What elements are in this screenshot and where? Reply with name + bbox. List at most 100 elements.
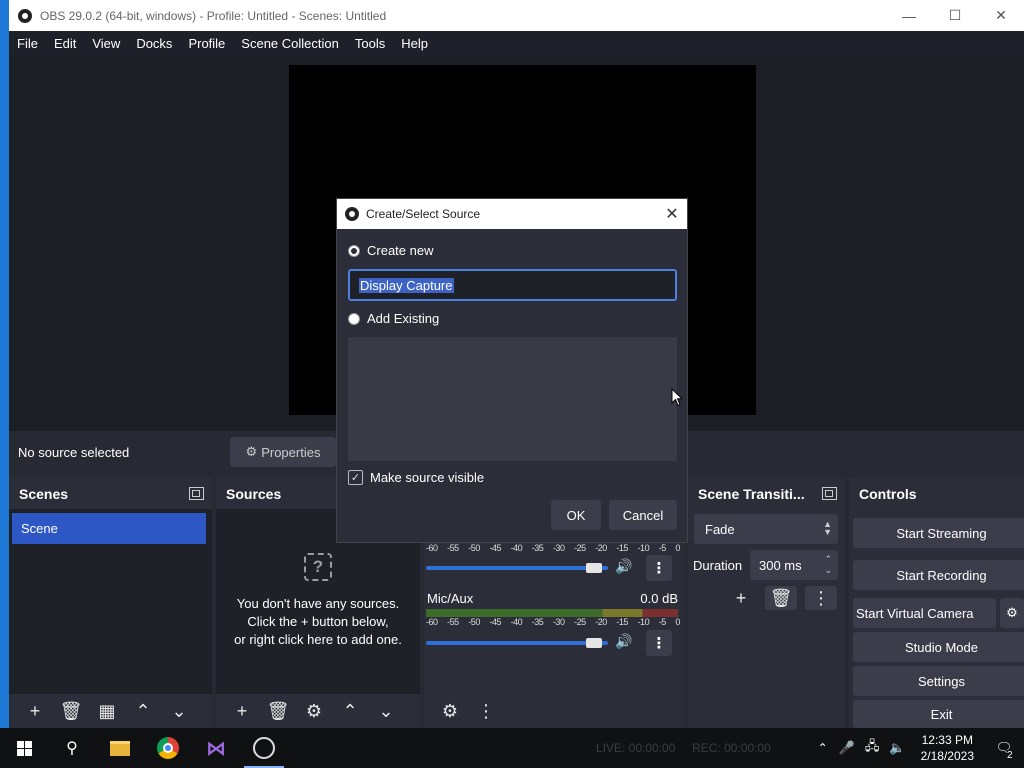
trash-icon[interactable]: 🗑 — [262, 699, 294, 723]
create-new-radio[interactable] — [348, 244, 360, 257]
system-tray: ⌃ 🎤 🖧 🔈 12:33 PM 2/18/2023 🗨 2 — [812, 728, 1024, 768]
add-existing-radio-row[interactable]: Add Existing — [348, 311, 439, 326]
audio-mixer: -60 -55 -50 -45 -40 -35 -30 -25 -20 -15 -10 -5 0 🔊 ⋮… — [426, 540, 680, 730]
add-icon[interactable]: + — [226, 699, 258, 723]
close-icon[interactable]: ✕ — [978, 0, 1024, 31]
menu-file[interactable]: File — [9, 36, 46, 51]
clock-time: 12:33 PM — [921, 733, 973, 747]
add-existing-radio[interactable] — [348, 312, 360, 325]
trash-icon[interactable]: 🗑 — [765, 586, 797, 610]
start-virtual-camera-button[interactable]: Start Virtual Camera — [853, 598, 996, 628]
question-icon: ? — [304, 553, 332, 581]
settings-button[interactable]: Settings — [853, 666, 1024, 696]
move-down-icon[interactable]: ⌄ — [163, 699, 195, 723]
add-icon[interactable]: + — [19, 699, 51, 723]
cancel-button[interactable]: Cancel — [609, 500, 677, 530]
windows-start-icon[interactable] — [0, 728, 48, 768]
menu-edit[interactable]: Edit — [46, 36, 84, 51]
trash-icon[interactable]: 🗑 — [55, 699, 87, 723]
clock-date: 2/18/2023 — [920, 749, 974, 763]
obs-logo-icon — [345, 207, 359, 221]
scenes-list[interactable]: Scene — [9, 509, 212, 694]
filter-icon[interactable]: ▦ — [91, 699, 123, 723]
window-titlebar: OBS 29.0.2 (64-bit, windows) - Profile: … — [9, 0, 1024, 31]
kebab-menu-icon[interactable]: ⋮ — [805, 586, 837, 610]
transition-select[interactable]: Fade ▲ ▼ — [694, 514, 838, 544]
taskbar: ⚲ ⋈ ⌃ 🎤 🖧 🔈 12:33 PM 2/18/2023 🗨 2 — [0, 728, 1024, 768]
duration-input[interactable]: 300 ms ⌃ ⌄ — [750, 550, 838, 580]
kebab-menu-icon[interactable]: ⋮ — [646, 555, 672, 581]
dialog-titlebar: Create/Select Source ✕ — [337, 199, 687, 229]
rec-status: REC: 00:00:00 — [692, 741, 771, 755]
window-title: OBS 29.0.2 (64-bit, windows) - Profile: … — [40, 8, 387, 23]
minimize-icon[interactable]: — — [886, 0, 932, 31]
notification-icon[interactable]: 🗨 2 — [984, 740, 1024, 761]
menu-tools[interactable]: Tools — [347, 36, 393, 51]
virtual-camera-gear-icon[interactable]: ⚙ — [1000, 598, 1024, 628]
channel-level: 0.0 dB — [640, 591, 678, 606]
add-icon[interactable]: + — [725, 586, 757, 610]
add-existing-label: Add Existing — [367, 311, 440, 326]
volume-slider-1-knob[interactable] — [586, 563, 602, 573]
make-visible-checkbox[interactable]: ✓ — [348, 470, 363, 485]
start-streaming-button[interactable]: Start Streaming — [853, 518, 1024, 548]
menu-docks[interactable]: Docks — [128, 36, 180, 51]
controls-header: Controls — [849, 478, 1024, 509]
close-icon[interactable]: ✕ — [657, 204, 687, 224]
volume-icon[interactable]: 🔈 — [884, 740, 910, 756]
clock[interactable]: 12:33 PM 2/18/2023 — [911, 732, 984, 764]
scene-list-item[interactable]: Scene — [12, 513, 206, 544]
channel-name: Mic/Aux — [427, 591, 474, 606]
properties-button[interactable]: ⚙ Properties — [230, 437, 336, 467]
create-source-dialog: Create/Select Source ✕ Create new Displa… — [336, 198, 688, 543]
exit-button[interactable]: Exit — [853, 700, 1024, 728]
vu-meter — [426, 609, 678, 617]
volume-slider-2-knob[interactable] — [586, 638, 602, 648]
gear-icon: ⚙ — [245, 444, 258, 459]
dock-float-icon[interactable] — [822, 487, 837, 500]
menu-help[interactable]: Help — [393, 36, 436, 51]
dock-float-icon[interactable] — [189, 487, 204, 500]
source-name-value: Display Capture — [359, 277, 454, 293]
volume-slider-2[interactable] — [426, 641, 608, 645]
sources-empty-message: ? You don't have any sources. Click the … — [216, 549, 420, 649]
create-new-label: Create new — [367, 243, 434, 258]
network-icon[interactable]: 🖧 — [860, 737, 885, 759]
gear-icon[interactable]: ⚙ — [298, 699, 330, 723]
existing-sources-list[interactable] — [348, 337, 677, 461]
menu-scene-collection[interactable]: Scene Collection — [233, 36, 347, 51]
kebab-menu-icon[interactable]: ⋮ — [646, 630, 672, 656]
ok-button[interactable]: OK — [551, 500, 601, 530]
speaker-icon[interactable]: 🔊 — [615, 633, 632, 650]
microphone-icon[interactable]: 🎤 — [834, 740, 860, 756]
visual-studio-icon[interactable]: ⋈ — [192, 728, 240, 768]
mouse-cursor-icon — [671, 388, 683, 407]
source-name-input[interactable]: Display Capture — [348, 269, 677, 301]
studio-mode-button[interactable]: Studio Mode — [853, 632, 1024, 662]
desktop-edge — [0, 0, 9, 728]
tray-chevron-icon[interactable]: ⌃ — [812, 741, 834, 755]
volume-slider-1[interactable] — [426, 566, 608, 570]
move-up-icon[interactable]: ⌃ — [127, 699, 159, 723]
move-up-icon[interactable]: ⌃ — [334, 699, 366, 723]
spinner-icon[interactable]: ⌃ ⌄ — [824, 554, 832, 576]
menu-view[interactable]: View — [84, 36, 128, 51]
sources-toolbar: + 🗑 ⚙ ⌃ ⌄ — [216, 694, 420, 728]
create-new-radio-row[interactable]: Create new — [348, 243, 433, 258]
source-status: No source selected — [18, 444, 130, 460]
maximize-icon[interactable]: ☐ — [932, 0, 978, 31]
duration-label: Duration — [693, 558, 743, 573]
move-down-icon[interactable]: ⌄ — [370, 699, 402, 723]
obs-taskbar-icon[interactable] — [240, 728, 288, 768]
start-recording-button[interactable]: Start Recording — [853, 560, 1024, 590]
menu-bar: File Edit View Docks Profile Scene Colle… — [9, 31, 1024, 56]
db-scale: -60 -55 -50 -45 -40 -35 -30 -25 -20 -15 -10 -5 0 — [426, 617, 680, 627]
search-icon[interactable]: ⚲ — [48, 728, 96, 768]
file-explorer-icon[interactable] — [96, 728, 144, 768]
make-visible-row[interactable]: ✓ Make source visible — [348, 470, 484, 485]
speaker-icon[interactable]: 🔊 — [615, 558, 632, 575]
menu-profile[interactable]: Profile — [180, 36, 233, 51]
scenes-header: Scenes — [9, 478, 212, 509]
chrome-icon[interactable] — [144, 728, 192, 768]
dialog-title: Create/Select Source — [366, 207, 481, 221]
